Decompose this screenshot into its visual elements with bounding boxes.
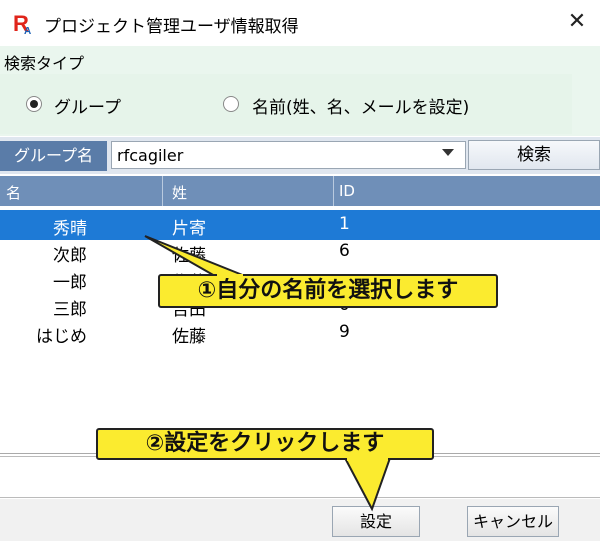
callout-pointer-seams [217, 274, 388, 461]
